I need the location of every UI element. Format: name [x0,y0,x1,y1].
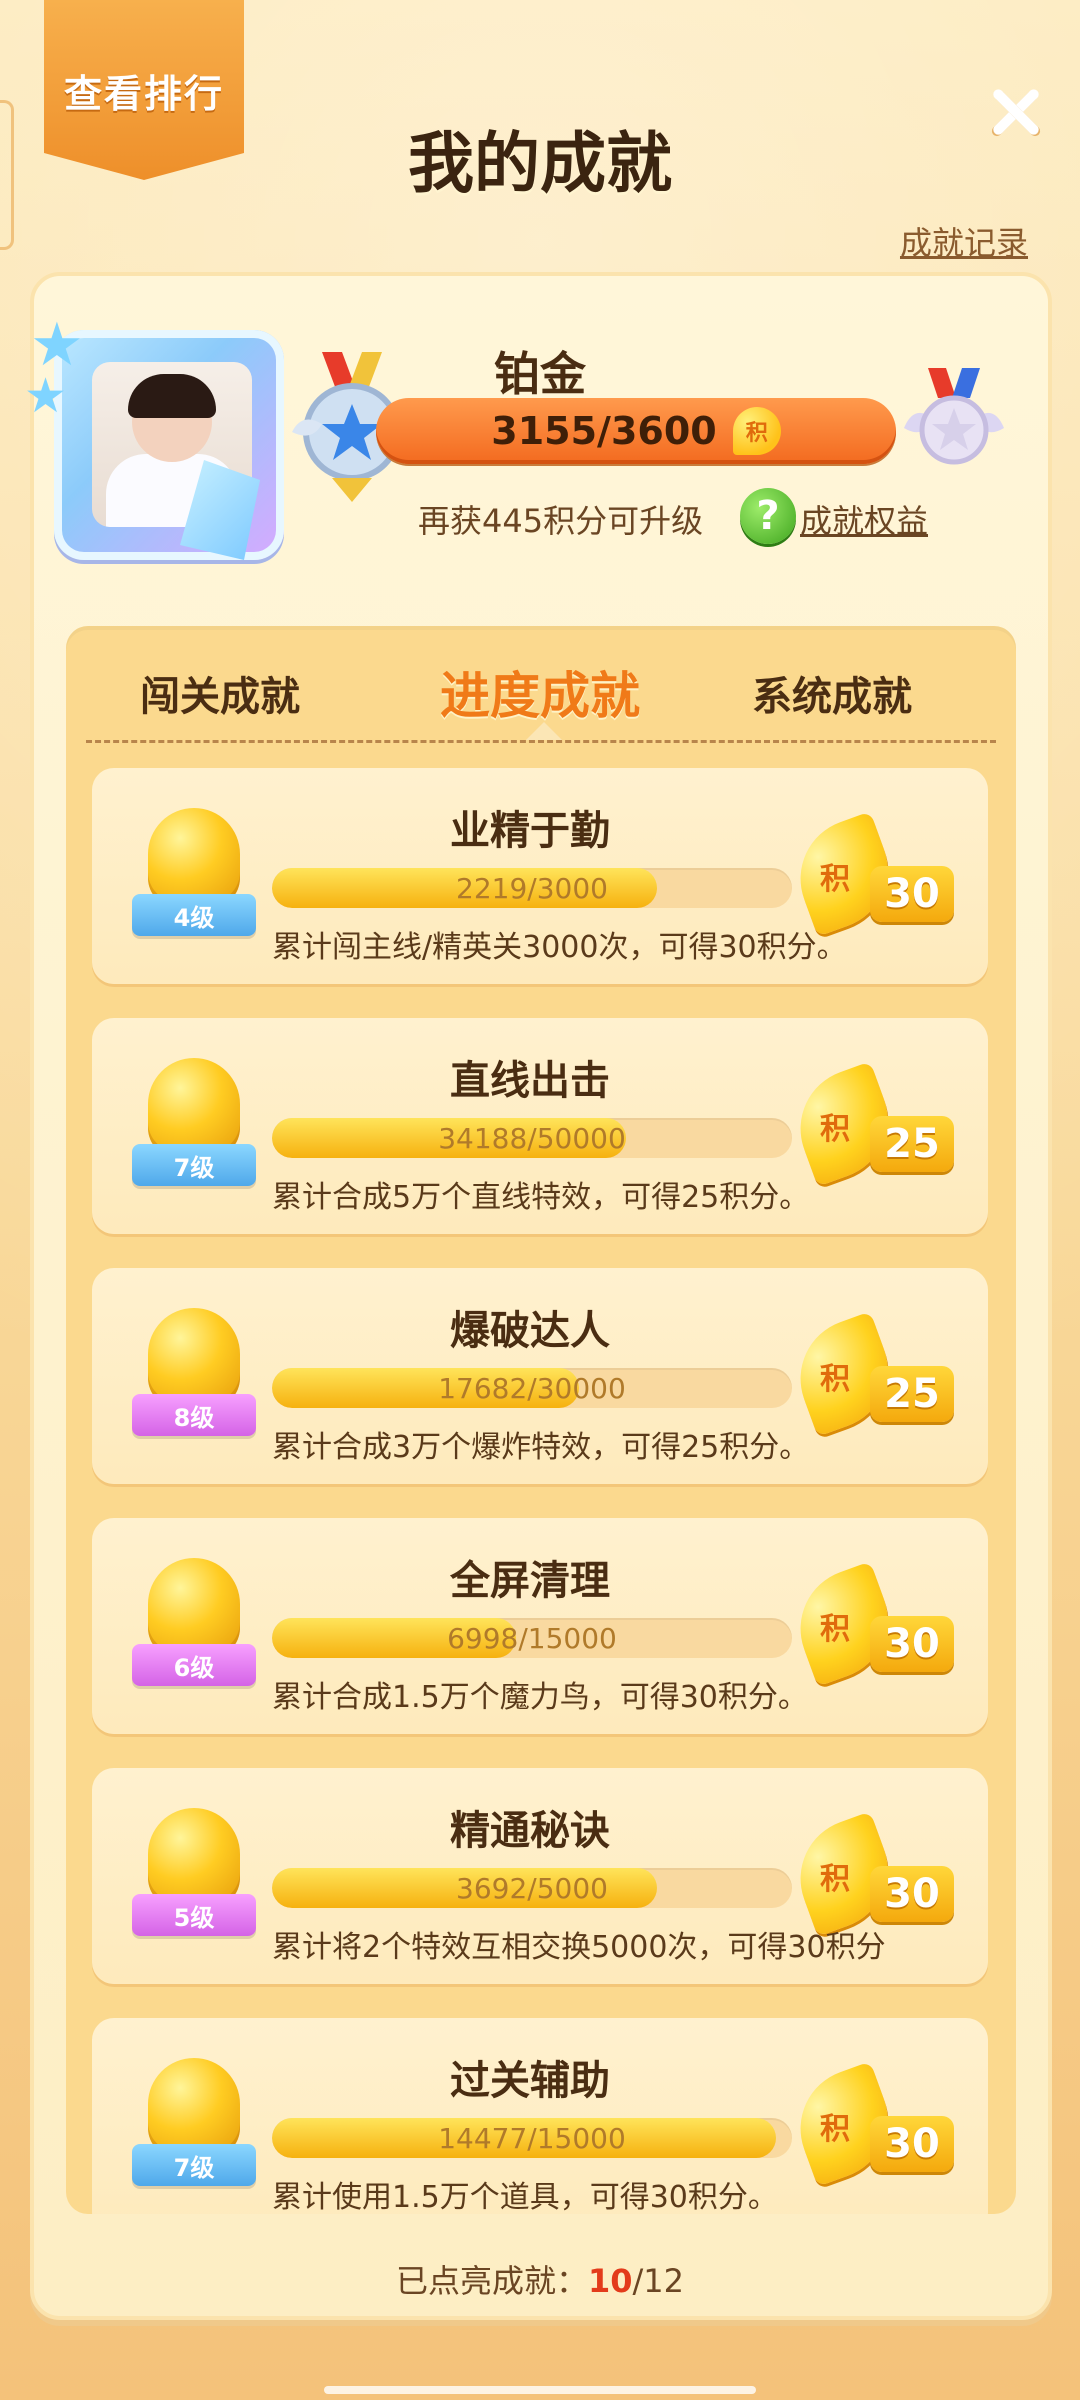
tab-level-achievements[interactable]: 闯关成就 [140,664,300,722]
points-label: 积 [820,1362,850,1397]
achievement-item[interactable]: 4级 业精于勤 2219/3000 积 30 累计闯主线/精英关3000次，可得… [92,768,988,984]
tab-divider [86,740,996,743]
achievement-title: 爆破达人 [450,1308,610,1354]
avatar-hair [128,374,216,418]
achievement-progress: 3692/5000 [272,1868,792,1908]
achievement-item[interactable]: 6级 全屏清理 6998/15000 积 30 累计合成1.5万个魔力鸟，可得3… [92,1518,988,1734]
points-label: 积 [820,1862,850,1897]
reward-points: 30 [870,1866,954,1922]
progress-text: 17682/30000 [438,1372,626,1405]
reward-badge: 积 30 [783,1561,954,1690]
achievement-title: 精通秘诀 [450,1808,610,1854]
trophy-cup [148,1808,240,1908]
trophy-cup [148,1558,240,1658]
achievement-list[interactable]: 4级 业精于勤 2219/3000 积 30 累计闯主线/精英关3000次，可得… [66,768,1016,2214]
lit-total: /12 [632,2262,685,2300]
trophy-icon: 8级 [126,1308,256,1458]
lit-achievements-count: 已点亮成就：10/12 [0,2256,1080,2302]
achievement-progress: 34188/50000 [272,1118,792,1158]
achievement-title: 直线出击 [450,1058,610,1104]
achievement-progress: 6998/15000 [272,1618,792,1658]
points-label: 积 [820,862,850,897]
achievement-title: 过关辅助 [450,2058,610,2104]
page-title: 我的成就 [408,125,672,202]
progress-text: 6998/15000 [447,1622,617,1655]
achievement-item[interactable]: 7级 直线出击 34188/50000 积 25 累计合成5万个直线特效，可得2… [92,1018,988,1234]
reward-points: 30 [870,866,954,922]
trophy-cup [148,1058,240,1158]
achievement-title: 业精于勤 [450,808,610,854]
rank-name: 铂金 [494,347,586,401]
trophy-icon: 5级 [126,1808,256,1958]
points-icon: 积 [732,407,781,455]
tab-system-achievements[interactable]: 系统成就 [752,664,912,722]
achievement-item[interactable]: 8级 爆破达人 17682/30000 积 25 累计合成3万个爆炸特效，可得2… [92,1268,988,1484]
points-label: 积 [820,1612,850,1647]
achievement-description: 累计合成5万个直线特效，可得25积分。 [272,1180,810,1215]
score-progress-bar: 3155/3600 积 [376,398,896,464]
achievement-record-link[interactable]: 成就记录 [900,218,1028,264]
reward-points: 25 [870,1366,954,1422]
achievement-tabs: 闯关成就 进度成就 系统成就 [66,626,1016,744]
points-label: 积 [820,2112,850,2147]
level-badge: 7级 [132,1144,256,1186]
reward-badge: 积 30 [783,2061,954,2190]
trophy-icon: 7级 [126,1058,256,1208]
level-badge: 5级 [132,1894,256,1936]
progress-text: 3692/5000 [456,1872,608,1905]
help-icon[interactable]: ? [740,488,796,544]
reward-points: 30 [870,2116,954,2172]
tab-progress-achievements[interactable]: 进度成就 [440,656,640,728]
achievement-item[interactable]: 7级 过关辅助 14477/15000 积 30 累计使用1.5万个道具，可得3… [92,2018,988,2214]
close-icon[interactable] [984,82,1044,142]
achievement-panel: 闯关成就 进度成就 系统成就 4级 业精于勤 2219/3000 积 30 累计… [66,626,1016,2214]
reward-points: 25 [870,1116,954,1172]
achievement-description: 累计使用1.5万个道具，可得30积分。 [272,2180,778,2214]
upgrade-hint: 再获445积分可升级 [418,502,704,540]
reward-points: 30 [870,1616,954,1672]
points-label: 积 [820,1112,850,1147]
achievement-item[interactable]: 5级 精通秘诀 3692/5000 积 30 累计将2个特效互相交换5000次，… [92,1768,988,1984]
home-indicator[interactable] [324,2386,756,2394]
achievement-description: 累计闯主线/精英关3000次，可得30积分。 [272,930,847,965]
achievement-description: 累计将2个特效互相交换5000次，可得30积分 [272,1930,886,1965]
trophy-cup [148,808,240,908]
achievement-benefits-link[interactable]: 成就权益 [800,496,928,542]
achievement-title: 全屏清理 [450,1558,610,1604]
trophy-cup [148,1308,240,1408]
next-medal-icon [904,368,1004,465]
star-icon: ★ [24,368,68,424]
achievement-progress: 2219/3000 [272,868,792,908]
trophy-icon: 7级 [126,2058,256,2208]
achievement-description: 累计合成1.5万个魔力鸟，可得30积分。 [272,1680,808,1715]
level-badge: 6级 [132,1644,256,1686]
achievement-progress: 14477/15000 [272,2118,792,2158]
level-badge: 4级 [132,894,256,936]
reward-badge: 积 25 [783,1061,954,1190]
reward-badge: 积 25 [783,1311,954,1440]
progress-text: 14477/15000 [438,2122,626,2155]
trophy-icon: 4级 [126,808,256,958]
level-badge: 8级 [132,1394,256,1436]
progress-text: 2219/3000 [456,872,608,905]
achievement-description: 累计合成3万个爆炸特效，可得25积分。 [272,1430,810,1465]
lit-count: 10 [587,2262,633,2300]
lit-label: 已点亮成就： [395,2262,588,2300]
level-badge: 7级 [132,2144,256,2186]
progress-text: 34188/50000 [438,1122,626,1155]
achievement-progress: 17682/30000 [272,1368,792,1408]
trophy-cup [148,2058,240,2158]
score-text: 3155/3600 [491,409,717,453]
trophy-icon: 6级 [126,1558,256,1708]
active-tab-caret [526,722,562,740]
